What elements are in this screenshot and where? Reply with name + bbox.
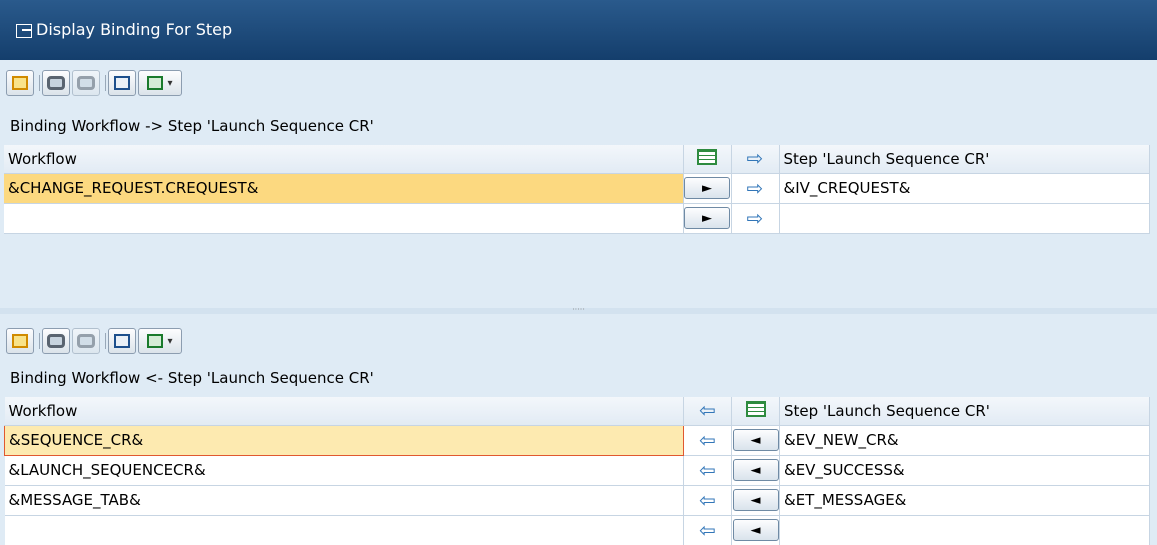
grid-settings-button[interactable]	[683, 145, 732, 174]
arrow-left-icon: ⇦	[699, 427, 716, 452]
workflow-cell[interactable]: &MESSAGE_TAB&	[4, 485, 684, 516]
grid-settings-button[interactable]	[731, 397, 780, 426]
table-header: Workflow ⇦ Step 'Launch Sequence CR'	[4, 397, 1150, 426]
find-next-button[interactable]	[72, 70, 100, 96]
upper-caption: Binding Workflow -> Step 'Launch Sequenc…	[10, 117, 374, 135]
flow-direction: ⇦	[683, 455, 732, 486]
find-next-button[interactable]	[72, 328, 100, 354]
column-header-workflow[interactable]: Workflow	[4, 397, 684, 426]
step-cell[interactable]	[779, 203, 1150, 234]
tree-icon	[12, 76, 28, 90]
bind-button-cell: ◄	[731, 485, 780, 516]
print-icon	[114, 334, 130, 348]
step-cell[interactable]: &IV_CREQUEST&	[779, 173, 1150, 204]
print-button[interactable]	[108, 70, 136, 96]
chevron-down-icon: ▾	[167, 77, 173, 89]
bind-button-cell: ◄	[731, 515, 780, 545]
bind-right-button[interactable]: ►	[684, 177, 730, 199]
upper-binding-table: Workflow ⇨ Step 'Launch Sequence CR' &CH…	[4, 145, 1150, 234]
bind-button-cell: ►	[683, 203, 732, 234]
arrow-right-icon: ⇨	[746, 205, 764, 230]
arrow-right-icon: ⇨	[746, 175, 764, 200]
workflow-cell[interactable]	[4, 515, 684, 545]
flow-direction: ⇦	[683, 397, 732, 426]
tree-icon	[12, 334, 28, 348]
flow-direction: ⇨	[731, 203, 780, 234]
bind-left-button[interactable]: ◄	[732, 459, 779, 481]
export-button[interactable]: ▾	[138, 328, 182, 354]
export-icon	[147, 76, 164, 90]
find-button[interactable]	[42, 70, 70, 96]
step-cell[interactable]: &EV_SUCCESS&	[779, 455, 1150, 486]
table-row: ⇦ ◄	[4, 515, 1150, 545]
lower-toolbar: ▾	[6, 328, 184, 354]
table-row: &LAUNCH_SEQUENCECR& ⇦ ◄ &EV_SUCCESS&	[4, 455, 1150, 486]
find-next-icon	[77, 334, 95, 348]
upper-toolbar: ▾	[6, 70, 184, 96]
column-header-step[interactable]: Step 'Launch Sequence CR'	[779, 397, 1150, 426]
pane-splitter[interactable]: ·····	[0, 306, 1157, 314]
find-next-icon	[77, 76, 95, 90]
flow-direction: ⇦	[683, 425, 732, 456]
tree-button[interactable]	[6, 328, 34, 354]
print-icon	[114, 76, 130, 90]
flow-direction: ⇦	[683, 485, 732, 516]
step-cell[interactable]: &EV_NEW_CR&	[779, 425, 1150, 456]
flow-direction: ⇦	[683, 515, 732, 545]
window-title: Display Binding For Step	[36, 20, 233, 39]
grid-icon	[697, 148, 717, 165]
find-button[interactable]	[42, 328, 70, 354]
arrow-left-icon: ⇦	[699, 487, 716, 512]
flow-direction: ⇨	[731, 145, 780, 174]
step-cell[interactable]: &ET_MESSAGE&	[779, 485, 1150, 516]
column-header-workflow[interactable]: Workflow	[4, 145, 684, 174]
lower-binding-table: Workflow ⇦ Step 'Launch Sequence CR' &SE…	[4, 397, 1150, 545]
table-row: &CHANGE_REQUEST.CREQUEST& ► ⇨ &IV_CREQUE…	[4, 173, 1150, 204]
bind-button-cell: ◄	[731, 455, 780, 486]
bind-right-button[interactable]: ►	[684, 207, 730, 229]
table-header: Workflow ⇨ Step 'Launch Sequence CR'	[4, 145, 1150, 174]
workflow-cell[interactable]: &CHANGE_REQUEST.CREQUEST&	[4, 173, 684, 204]
bind-button-cell: ◄	[731, 425, 780, 456]
grid-icon	[745, 400, 766, 417]
bind-button-cell: ►	[683, 173, 732, 204]
arrow-left-icon: ⇦	[699, 517, 716, 542]
column-header-step[interactable]: Step 'Launch Sequence CR'	[779, 145, 1150, 174]
table-row: ► ⇨	[4, 203, 1150, 234]
workflow-cell[interactable]	[4, 203, 684, 234]
flow-direction: ⇨	[731, 173, 780, 204]
print-button[interactable]	[108, 328, 136, 354]
title-bar: Display Binding For Step	[0, 0, 1157, 60]
export-icon	[147, 334, 164, 348]
table-row: &SEQUENCE_CR& ⇦ ◄ &EV_NEW_CR&	[4, 424, 1150, 456]
workflow-cell[interactable]: &SEQUENCE_CR&	[4, 424, 684, 456]
find-icon	[47, 76, 65, 90]
arrow-right-icon: ⇨	[746, 146, 764, 171]
lower-caption: Binding Workflow <- Step 'Launch Sequenc…	[10, 369, 374, 387]
tree-button[interactable]	[6, 70, 34, 96]
bind-left-button[interactable]: ◄	[732, 519, 779, 541]
bind-left-button[interactable]: ◄	[732, 429, 779, 451]
workflow-cell[interactable]: &LAUNCH_SEQUENCECR&	[4, 455, 684, 486]
display-icon	[16, 24, 32, 38]
export-button[interactable]: ▾	[138, 70, 182, 96]
step-cell[interactable]	[779, 515, 1150, 545]
find-icon	[47, 334, 65, 348]
bind-left-button[interactable]: ◄	[732, 489, 779, 511]
table-row: &MESSAGE_TAB& ⇦ ◄ &ET_MESSAGE&	[4, 485, 1150, 516]
arrow-left-icon: ⇦	[699, 398, 716, 423]
chevron-down-icon: ▾	[167, 335, 173, 347]
arrow-left-icon: ⇦	[699, 457, 716, 482]
